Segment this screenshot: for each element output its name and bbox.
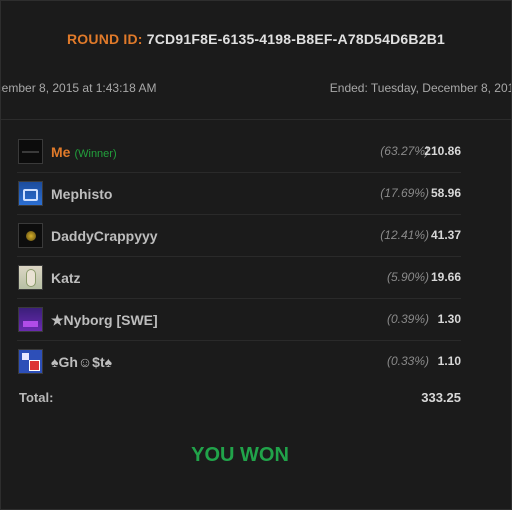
player-value: 41.37 <box>430 228 461 242</box>
player-row: ★Nyborg [SWE] (0.39%) 1.30 <box>17 299 461 341</box>
player-value: 1.10 <box>437 354 461 368</box>
round-id-label: ROUND ID: <box>66 31 143 47</box>
player-name[interactable]: ♠Gh☺$t♠ <box>51 354 112 370</box>
total-value: 333.25 <box>421 390 461 405</box>
ended-time: Ended: Tuesday, December 8, 2015 <box>329 81 512 95</box>
avatar[interactable] <box>18 307 43 332</box>
player-value: 58.96 <box>430 186 461 200</box>
avatar[interactable] <box>18 223 43 248</box>
player-row: DaddyCrappyyy (12.41%) 41.37 <box>17 215 461 257</box>
round-result-panel: ROUND ID: 7CD91F8E-6135-4198-B8EF-A78D54… <box>0 0 512 510</box>
player-value: 1.30 <box>437 312 461 326</box>
player-name[interactable]: DaddyCrappyyy <box>51 228 158 244</box>
player-row: Katz (5.90%) 19.66 <box>17 257 461 299</box>
total-row: Total: 333.25 <box>19 390 461 405</box>
winner-tag: (Winner) <box>74 148 117 160</box>
player-row: Mephisto (17.69%) 58.96 <box>17 173 461 215</box>
total-label: Total: <box>19 390 54 405</box>
player-row: Me (Winner) (63.27%) 210.86 <box>17 131 461 173</box>
player-name[interactable]: ★Nyborg [SWE] <box>51 312 158 329</box>
player-name[interactable]: Me (Winner) <box>51 144 117 160</box>
round-id-value: 7CD91F8E-6135-4198-B8EF-A78D54D6B2B1 <box>146 31 445 47</box>
player-name[interactable]: Mephisto <box>51 186 112 202</box>
avatar[interactable] <box>18 265 43 290</box>
avatar[interactable] <box>18 139 43 164</box>
header-divider <box>1 119 511 120</box>
player-name-text: Me <box>51 144 71 160</box>
round-id-header: ROUND ID: 7CD91F8E-6135-4198-B8EF-A78D54… <box>1 31 511 47</box>
player-list: Me (Winner) (63.27%) 210.86 Mephisto (17.… <box>17 131 461 382</box>
player-row: ♠Gh☺$t♠ (0.33%) 1.10 <box>17 341 461 382</box>
avatar[interactable] <box>18 181 43 206</box>
started-time: ecember 8, 2015 at 1:43:18 AM <box>0 81 157 95</box>
result-banner: YOU WON <box>191 444 289 466</box>
player-value: 19.66 <box>430 270 461 284</box>
player-name[interactable]: Katz <box>51 270 81 286</box>
player-value: 210.86 <box>424 144 461 158</box>
avatar[interactable] <box>18 349 43 374</box>
